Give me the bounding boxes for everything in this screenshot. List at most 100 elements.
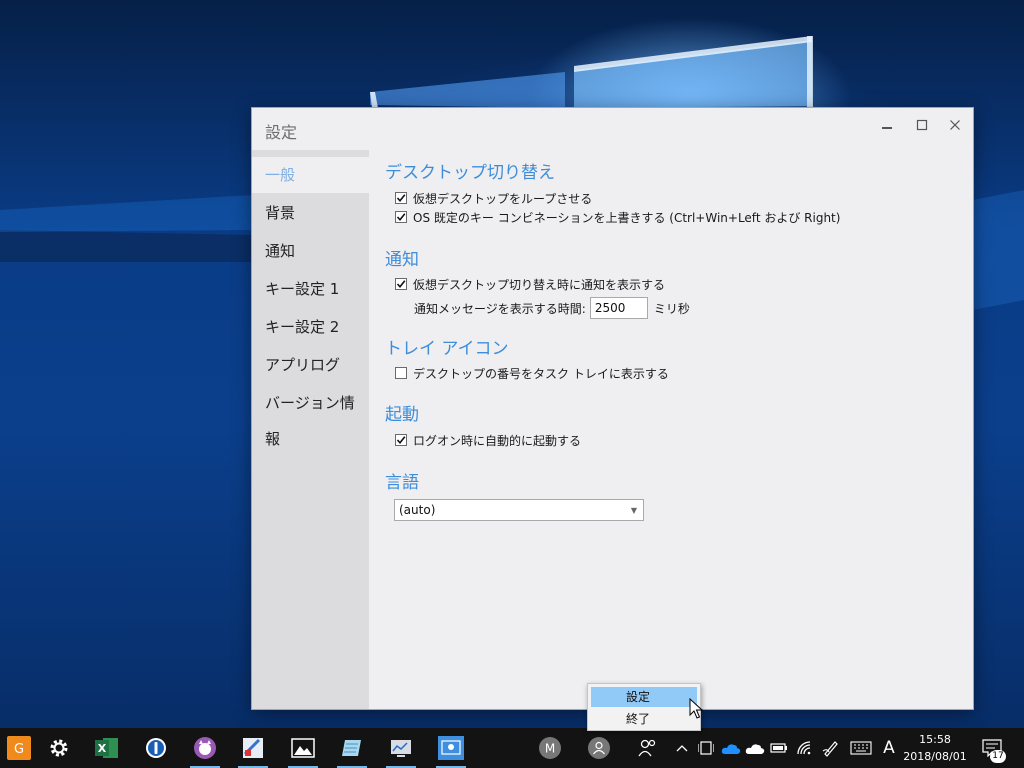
sidebar-item-background[interactable]: 背景 [252, 195, 369, 231]
excel-taskbar-button[interactable]: X [88, 728, 126, 768]
checkmark-icon [396, 436, 406, 445]
notification-duration-input[interactable] [589, 297, 648, 319]
language-selected-value: (auto) [399, 503, 436, 517]
override-keys-label: OS 既定のキー コンビネーションを上書きする (Ctrl+Win+Left お… [413, 210, 841, 225]
notification-duration-label: 通知メッセージを表示する時間: [414, 301, 586, 316]
pen-icon [822, 741, 838, 757]
close-button[interactable] [940, 112, 970, 138]
tray-context-menu: 設定 終了 [587, 683, 701, 731]
photos-icon [291, 738, 315, 758]
notification-duration-unit: ミリ秒 [653, 301, 690, 316]
loop-desktops-option[interactable]: 仮想デスクトップをループさせる [395, 190, 592, 206]
tray-number-label: デスクトップの番号をタスク トレイに表示する [413, 366, 669, 381]
mouse-cursor-icon [689, 698, 703, 719]
maximize-button[interactable] [907, 112, 937, 138]
notepad-taskbar-button[interactable] [333, 728, 371, 768]
ime-mode-indicator[interactable]: A [878, 728, 900, 768]
1password-taskbar-button[interactable] [137, 728, 175, 768]
sidebar-item-general[interactable]: 一般 [252, 157, 369, 193]
notification-duration-row: 通知メッセージを表示する時間: ミリ秒 [414, 296, 690, 320]
sidebar-item-version-info[interactable]: バージョン情報 [252, 385, 369, 448]
excel-icon: X [95, 738, 118, 758]
battery-icon [770, 743, 787, 753]
clock-date: 2018/08/01 [903, 750, 967, 763]
show-notification-label: 仮想デスクトップ切り替え時に通知を表示する [413, 277, 666, 292]
cloud-icon [745, 744, 765, 754]
svg-text:X: X [98, 742, 107, 755]
user-avatar-icon [588, 737, 610, 759]
cat-app-icon [194, 737, 216, 759]
cat-app-taskbar-button[interactable] [186, 728, 224, 768]
paint-app-icon [243, 738, 263, 758]
settings-sidebar: 一般 背景 通知 キー設定 1 キー設定 2 アプリログ バージョン情報 [252, 150, 369, 709]
sylphy-icon [438, 736, 464, 760]
wifi-icon [797, 741, 811, 755]
checkmark-icon [396, 213, 406, 222]
sidebar-item-key-settings-2[interactable]: キー設定 2 [252, 309, 369, 345]
sylphy-taskbar-button[interactable] [432, 728, 470, 768]
network-monitor-taskbar-button[interactable] [382, 728, 420, 768]
show-notification-checkbox[interactable] [395, 278, 407, 290]
override-keys-option[interactable]: OS 既定のキー コンビネーションを上書きする (Ctrl+Win+Left お… [395, 209, 840, 225]
svg-text:G: G [14, 742, 24, 757]
sidebar-item-key-settings-1[interactable]: キー設定 1 [252, 271, 369, 307]
app-launcher-icon: G [7, 736, 31, 760]
people-button[interactable] [634, 728, 662, 768]
cloud-sync-button[interactable] [744, 728, 766, 768]
keyboard-icon [850, 741, 872, 755]
general-settings-panel: デスクトップ切り替え 仮想デスクトップをループさせる OS 既定のキー コンビネ… [369, 150, 973, 709]
clock-time: 15:58 [919, 733, 951, 746]
language-select[interactable]: (auto) ▼ [394, 499, 644, 521]
sidebar-item-app-log[interactable]: アプリログ [252, 347, 369, 383]
notification-count-badge: 17 [990, 750, 1006, 763]
show-hidden-icons-button[interactable] [674, 728, 690, 768]
menu-item-settings[interactable]: 設定 [591, 687, 697, 707]
language-heading: 言語 [385, 473, 419, 493]
touch-keyboard-button[interactable] [848, 728, 874, 768]
user-button[interactable] [585, 728, 613, 768]
tray-number-checkbox[interactable] [395, 367, 407, 379]
checkmark-icon [396, 280, 406, 289]
taskbar-clock[interactable]: 15:58 2018/08/01 [902, 731, 968, 765]
window-title: 設定 [265, 123, 298, 142]
notification-heading: 通知 [385, 250, 419, 270]
tablet-mode-button[interactable] [696, 728, 716, 768]
minimize-icon [882, 127, 892, 129]
battery-button[interactable] [768, 728, 790, 768]
settings-taskbar-button[interactable] [40, 728, 78, 768]
logon-startup-checkbox[interactable] [395, 434, 407, 446]
loop-desktops-label: 仮想デスクトップをループさせる [413, 191, 593, 206]
startup-heading: 起動 [385, 405, 419, 425]
user-m-button[interactable]: M [536, 728, 564, 768]
sidebar-item-notification[interactable]: 通知 [252, 233, 369, 269]
maximize-icon [916, 119, 928, 131]
desktop-switch-heading: デスクトップ切り替え [385, 163, 555, 183]
logon-startup-label: ログオン時に自動的に起動する [413, 433, 582, 448]
photos-taskbar-button[interactable] [284, 728, 322, 768]
chevron-up-icon [676, 745, 688, 752]
wifi-button[interactable] [794, 728, 816, 768]
settings-gear-icon [50, 739, 68, 757]
dropdown-arrow-icon: ▼ [630, 506, 637, 515]
network-monitor-icon [391, 740, 411, 757]
menu-item-exit[interactable]: 終了 [591, 709, 697, 729]
show-notification-option[interactable]: 仮想デスクトップ切り替え時に通知を表示する [395, 276, 665, 292]
onedrive-cloud-icon [721, 744, 741, 754]
override-keys-checkbox[interactable] [395, 211, 407, 223]
minimize-button[interactable] [872, 112, 902, 138]
user-avatar-m: M [539, 737, 561, 759]
people-icon [638, 739, 656, 757]
tray-icon-heading: トレイ アイコン [385, 339, 509, 359]
1password-icon [146, 738, 166, 758]
tray-number-option[interactable]: デスクトップの番号をタスク トレイに表示する [395, 365, 669, 381]
title-bar[interactable]: 設定 [252, 108, 973, 150]
tablet-icon [698, 741, 714, 755]
checkmark-icon [396, 194, 406, 203]
loop-desktops-checkbox[interactable] [395, 192, 407, 204]
app-launcher-button[interactable]: G [0, 728, 38, 768]
taskbar: G X M A 15:58 2018/08/01 [0, 728, 1024, 768]
onedrive-button[interactable] [720, 728, 742, 768]
logon-startup-option[interactable]: ログオン時に自動的に起動する [395, 432, 581, 448]
pen-workspace-button[interactable] [820, 728, 842, 768]
paint-app-taskbar-button[interactable] [234, 728, 272, 768]
